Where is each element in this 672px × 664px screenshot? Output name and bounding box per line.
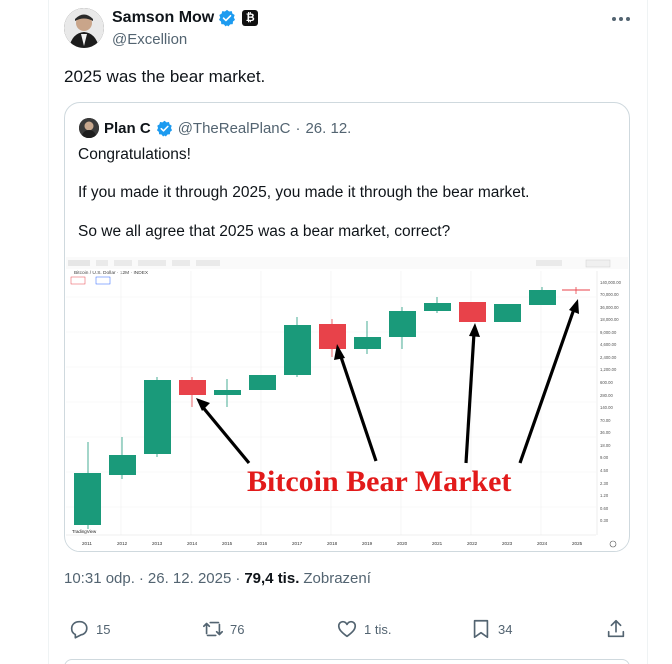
affiliate-badge-icon[interactable]: ₿ (242, 10, 259, 26)
author-avatar[interactable] (64, 8, 104, 48)
svg-text:9.00: 9.00 (600, 455, 609, 460)
svg-text:2.30: 2.30 (600, 481, 609, 486)
chart-symbol-label: Bitcoin / U.S. Dollar · 12M · INDEX (74, 270, 149, 276)
svg-text:280.00: 280.00 (600, 393, 613, 398)
quote-line-2: If you made it through 2025, you made it… (78, 184, 530, 201)
view-count: 79,4 tis. (244, 570, 300, 587)
svg-text:0.60: 0.60 (600, 506, 609, 511)
quote-separator: · (295, 119, 301, 137)
more-icon[interactable] (609, 14, 633, 24)
quote-author-name: Plan C (104, 119, 151, 137)
svg-text:2,400.00: 2,400.00 (600, 355, 617, 360)
next-card-edge (64, 659, 630, 664)
svg-text:2014: 2014 (187, 541, 198, 546)
author-name[interactable]: Samson Mow (112, 9, 214, 27)
author-handle[interactable]: @Excellion (112, 31, 187, 48)
svg-text:2012: 2012 (117, 541, 128, 546)
svg-text:140.00: 140.00 (600, 405, 613, 410)
quote-author-handle: @TheRealPlanC (177, 119, 291, 137)
bookmark-icon (473, 619, 489, 639)
meta-separator-1: · (138, 570, 144, 587)
tweet-date[interactable]: 26. 12. 2025 (148, 570, 231, 587)
meta-separator-2: · (235, 570, 241, 587)
timeline-border-right (647, 0, 648, 664)
like-button[interactable]: 1 tis. (336, 618, 391, 640)
bookmark-count: 34 (498, 621, 513, 637)
svg-text:2023: 2023 (502, 541, 513, 546)
svg-text:2025: 2025 (572, 541, 583, 546)
verified-icon (219, 9, 236, 27)
svg-text:2015: 2015 (222, 541, 233, 546)
svg-text:2024: 2024 (537, 541, 548, 546)
action-bar: 15 76 1 tis. 34 (64, 618, 630, 642)
like-count: 1 tis. (364, 621, 392, 637)
svg-text:70.00: 70.00 (600, 418, 611, 423)
svg-text:9,000.00: 9,000.00 (600, 330, 617, 335)
timeline-border-left (48, 0, 49, 664)
svg-text:36,000.00: 36,000.00 (600, 305, 619, 310)
chart-brand-label: TradingView (72, 529, 97, 534)
svg-text:0.30: 0.30 (600, 518, 609, 523)
chart-image-svg: Bitcoin / U.S. Dollar · 12M · INDEX 140,… (66, 257, 628, 551)
svg-text:18.00: 18.00 (600, 443, 611, 448)
svg-text:4,600.00: 4,600.00 (600, 342, 617, 347)
quote-line-3: So we all agree that 2025 was a bear mar… (78, 223, 451, 240)
svg-text:2013: 2013 (152, 541, 163, 546)
svg-text:2016: 2016 (257, 541, 268, 546)
repost-icon (203, 621, 223, 637)
share-icon (607, 619, 625, 638)
svg-text:600.00: 600.00 (600, 380, 613, 385)
share-button[interactable] (605, 618, 627, 640)
quote-line-1: Congratulations! (78, 146, 191, 163)
reply-count: 15 (96, 621, 111, 637)
svg-text:1.20: 1.20 (600, 493, 609, 498)
svg-text:140,000.00: 140,000.00 (600, 280, 622, 285)
svg-text:2018: 2018 (327, 541, 338, 546)
quote-header: Plan C @TheRealPlanC · 26. 12. (79, 118, 351, 138)
svg-text:1,200.00: 1,200.00 (600, 367, 617, 372)
bookmark-button[interactable]: 34 (470, 618, 512, 640)
svg-text:2020: 2020 (397, 541, 408, 546)
reply-button[interactable]: 15 (68, 618, 110, 640)
svg-text:2011: 2011 (82, 541, 92, 546)
repost-count: 76 (230, 621, 245, 637)
svg-text:2021: 2021 (432, 541, 443, 546)
reply-icon (70, 620, 88, 639)
chart-overlay-title: Bitcoin Bear Market (247, 465, 511, 498)
svg-text:4.50: 4.50 (600, 468, 609, 473)
tweet-meta: 10:31 odp. · 26. 12. 2025 · 79,4 tis. Zo… (64, 570, 371, 587)
view-count-label: Zobrazení (303, 570, 371, 587)
tweet-text: 2025 was the bear market. (64, 67, 266, 86)
author-name-row: Samson Mow ₿ (112, 9, 259, 27)
tweet-time[interactable]: 10:31 odp. (64, 570, 135, 587)
svg-text:36.00: 36.00 (600, 430, 611, 435)
quoted-tweet-card[interactable]: Plan C @TheRealPlanC · 26. 12. Congratul… (64, 102, 630, 552)
svg-text:2022: 2022 (467, 541, 478, 546)
repost-button[interactable]: 76 (202, 618, 244, 640)
svg-text:70,000.00: 70,000.00 (600, 292, 619, 297)
quote-verified-icon (156, 120, 172, 136)
chart-image[interactable]: Bitcoin / U.S. Dollar · 12M · INDEX 140,… (66, 257, 628, 551)
quote-avatar (79, 118, 99, 138)
svg-text:18,000.00: 18,000.00 (600, 317, 619, 322)
svg-text:2019: 2019 (362, 541, 373, 546)
quote-date: 26. 12. (305, 119, 352, 137)
like-icon (337, 620, 357, 638)
svg-text:2017: 2017 (292, 541, 303, 546)
